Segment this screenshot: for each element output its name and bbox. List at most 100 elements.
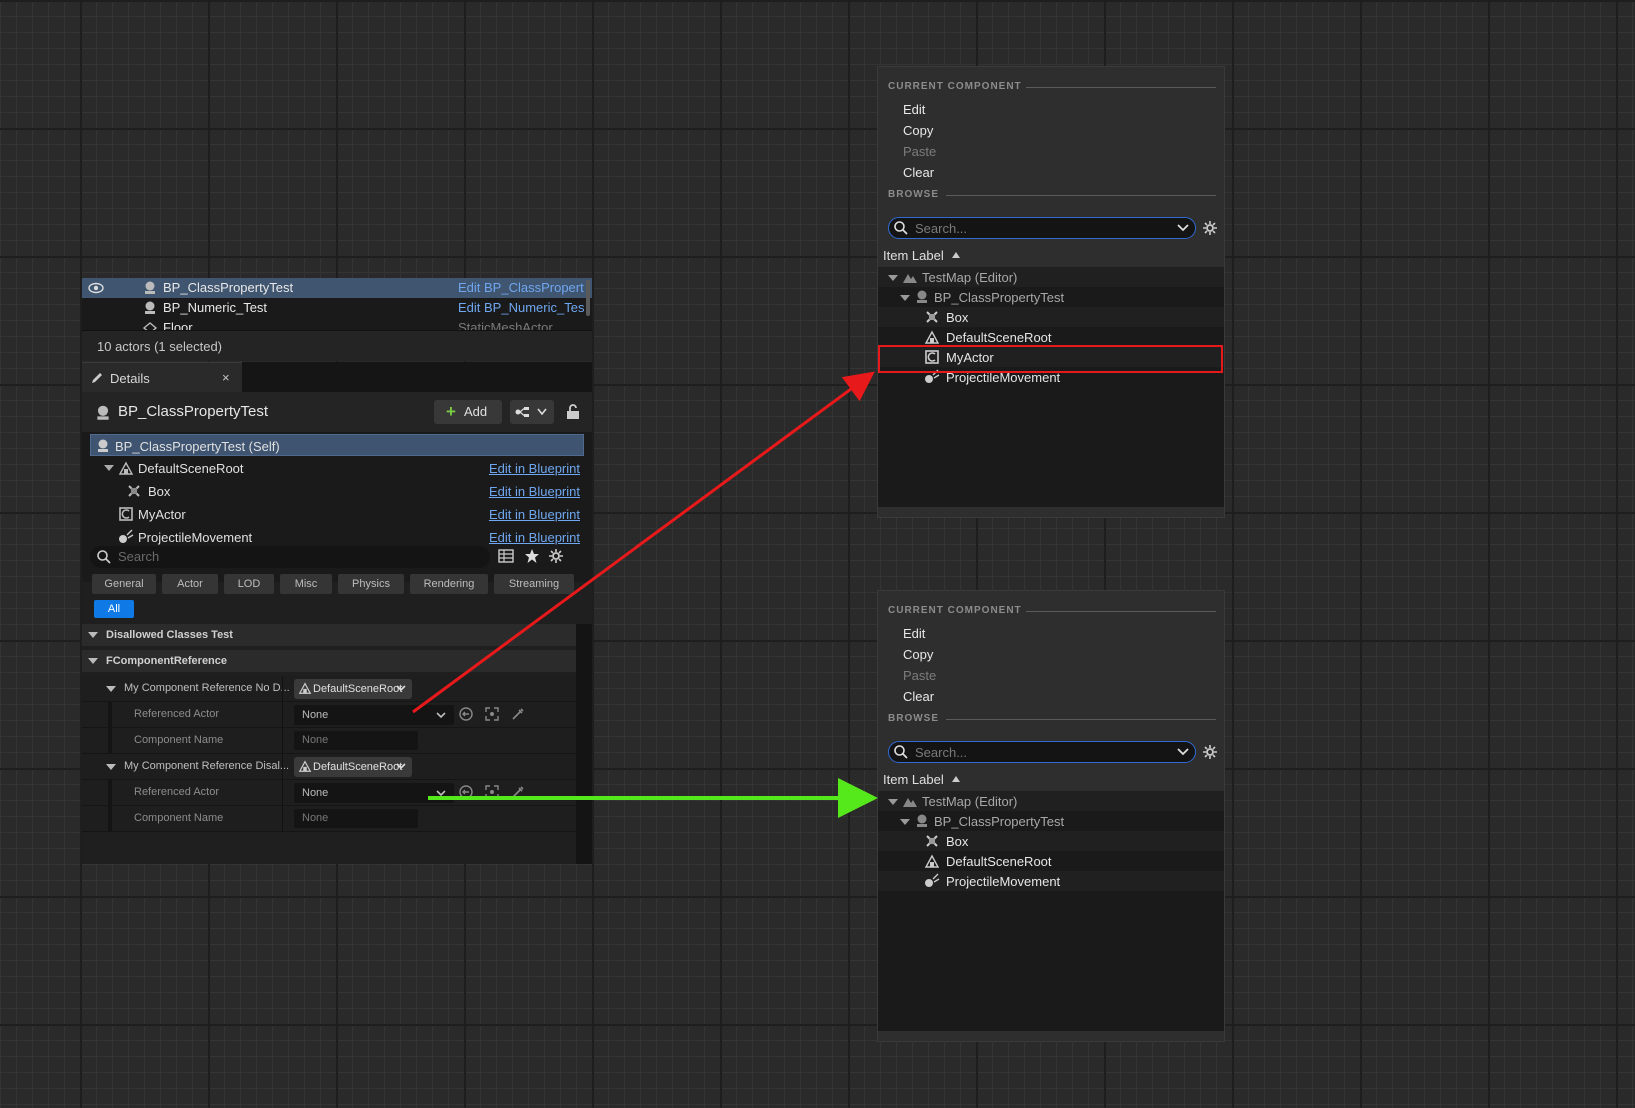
details-scrollbar[interactable]	[576, 624, 592, 864]
star-icon[interactable]	[524, 548, 540, 564]
filter-misc[interactable]: Misc	[280, 574, 332, 594]
component-name-field[interactable]: None	[294, 731, 418, 750]
tree-row-testmap[interactable]: TestMap (Editor)	[878, 791, 1224, 811]
expand-arrow-icon[interactable]	[106, 764, 116, 770]
column-splitter[interactable]	[282, 754, 283, 780]
gear-icon[interactable]	[1202, 744, 1218, 760]
outliner-row[interactable]: BP_Numeric_Test Edit BP_Numeric_Tes	[82, 298, 592, 318]
column-splitter[interactable]	[282, 780, 283, 806]
filter-lod[interactable]: LOD	[224, 574, 274, 594]
edit-in-blueprint-link[interactable]: Edit in Blueprint	[489, 484, 580, 499]
expand-arrow-icon[interactable]	[106, 686, 116, 692]
projectile-movement-icon	[119, 529, 134, 543]
component-name-field[interactable]: None	[294, 809, 418, 828]
component-row-self[interactable]: BP_ClassPropertyTest (Self)	[90, 434, 584, 456]
edit-in-blueprint-link[interactable]: Edit in Blueprint	[489, 507, 580, 522]
chevron-down-icon[interactable]	[1177, 747, 1189, 757]
filter-streaming[interactable]: Streaming	[494, 574, 574, 594]
referenced-actor-combo[interactable]: None	[294, 783, 454, 803]
actor-icon	[917, 290, 927, 303]
expand-arrow-icon[interactable]	[888, 275, 898, 281]
expand-arrow-icon[interactable]	[104, 465, 114, 471]
details-search-input[interactable]: Search	[90, 546, 490, 568]
chevron-down-icon[interactable]	[1177, 223, 1189, 233]
component-reference-picker[interactable]: DefaultSceneRoot	[294, 679, 412, 699]
property-matrix-icon[interactable]	[498, 548, 514, 564]
tree-row-projectilemovement[interactable]: ProjectileMovement	[878, 871, 1224, 891]
static-mesh-icon	[142, 322, 158, 330]
category-label: Disallowed Classes Test	[106, 629, 233, 641]
close-icon[interactable]: ×	[222, 370, 230, 385]
column-header[interactable]: Item Label	[878, 244, 1224, 266]
tree-row-testmap[interactable]: TestMap (Editor)	[878, 267, 1224, 287]
column-splitter[interactable]	[282, 676, 283, 702]
outliner-edit-link[interactable]: Edit BP_ClassPropert	[458, 280, 588, 295]
component-row-myactor[interactable]: MyActor Edit in Blueprint	[90, 503, 584, 525]
column-header[interactable]: Item Label	[878, 768, 1224, 790]
use-selected-icon[interactable]	[458, 784, 474, 800]
edit-in-blueprint-link[interactable]: Edit in Blueprint	[489, 530, 580, 545]
expand-arrow-icon[interactable]	[88, 632, 98, 638]
component-name: ProjectileMovement	[138, 530, 253, 545]
expand-arrow-icon[interactable]	[888, 799, 898, 805]
tree-row-box[interactable]: Box	[878, 831, 1224, 851]
category-disallowed-classes-test[interactable]: Disallowed Classes Test	[82, 624, 576, 646]
browse-icon[interactable]	[484, 784, 500, 800]
menu-copy[interactable]: Copy	[903, 647, 933, 662]
referenced-actor-combo[interactable]: None	[294, 705, 454, 725]
menu-copy[interactable]: Copy	[903, 123, 933, 138]
component-row-box[interactable]: Box Edit in Blueprint	[90, 480, 584, 502]
component-name: Box	[148, 484, 171, 499]
tree-row-defaultsceneroot[interactable]: DefaultSceneRoot	[878, 851, 1224, 871]
gear-icon[interactable]	[1202, 220, 1218, 236]
browse-icon[interactable]	[484, 706, 500, 722]
menu-clear[interactable]: Clear	[903, 689, 934, 704]
expand-arrow-icon[interactable]	[900, 295, 910, 301]
column-splitter[interactable]	[282, 728, 283, 754]
eyedropper-icon[interactable]	[510, 706, 526, 722]
outliner-item-name: Floor	[163, 320, 193, 330]
blueprint-options-button[interactable]	[510, 400, 554, 424]
lock-icon[interactable]	[566, 404, 580, 420]
expand-arrow-icon[interactable]	[900, 819, 910, 825]
tree-row-defaultsceneroot[interactable]: DefaultSceneRoot	[878, 327, 1224, 347]
chevron-down-icon	[396, 685, 406, 692]
menu-edit[interactable]: Edit	[903, 626, 925, 641]
menu-edit[interactable]: Edit	[903, 102, 925, 117]
add-component-button[interactable]: + Add	[434, 400, 502, 424]
component-row-projectilemovement[interactable]: ProjectileMovement Edit in Blueprint	[90, 526, 584, 548]
column-splitter[interactable]	[282, 702, 283, 728]
gear-icon[interactable]	[548, 548, 564, 564]
outliner-edit-link[interactable]: Edit BP_Numeric_Tes	[458, 300, 588, 315]
edit-in-blueprint-link[interactable]: Edit in Blueprint	[489, 461, 580, 476]
filter-physics[interactable]: Physics	[338, 574, 404, 594]
column-splitter[interactable]	[282, 806, 283, 832]
outliner-row[interactable]: Floor StaticMeshActor	[82, 318, 592, 330]
property-row-component-name: Component Name None	[82, 806, 576, 832]
outliner-row[interactable]: BP_ClassPropertyTest Edit BP_ClassProper…	[82, 278, 592, 298]
eyedropper-icon[interactable]	[510, 784, 526, 800]
filter-actor[interactable]: Actor	[162, 574, 218, 594]
component-picker-bottom: CURRENT COMPONENT Edit Copy Paste Clear …	[877, 590, 1225, 1042]
property-label: My Component Reference Disal...	[124, 760, 290, 772]
eye-icon[interactable]	[88, 281, 104, 295]
tree-row-bp-classpropertytest[interactable]: BP_ClassPropertyTest	[878, 287, 1224, 307]
outliner-scrollbar[interactable]	[586, 280, 590, 316]
tree-row-box[interactable]: Box	[878, 307, 1224, 327]
tree-row-bp-classpropertytest[interactable]: BP_ClassPropertyTest	[878, 811, 1224, 831]
filter-rendering[interactable]: Rendering	[410, 574, 488, 594]
picker-search-input[interactable]: Search...	[888, 741, 1196, 763]
picker-search-input[interactable]: Search...	[888, 217, 1196, 239]
category-fcomponentreference[interactable]: FComponentReference	[82, 650, 576, 672]
search-icon	[894, 745, 908, 759]
expand-arrow-icon[interactable]	[88, 658, 98, 664]
field-value: None	[302, 734, 329, 746]
tab-details[interactable]: Details ×	[82, 362, 242, 392]
use-selected-icon[interactable]	[458, 706, 474, 722]
menu-clear[interactable]: Clear	[903, 165, 934, 180]
component-row-defaultsceneroot[interactable]: DefaultSceneRoot Edit in Blueprint	[90, 457, 584, 479]
component-reference-picker[interactable]: DefaultSceneRoot	[294, 757, 412, 777]
filter-general[interactable]: General	[92, 574, 156, 594]
picker-tree: TestMap (Editor) BP_ClassPropertyTest Bo…	[878, 791, 1224, 1031]
filter-all[interactable]: All	[94, 600, 134, 618]
